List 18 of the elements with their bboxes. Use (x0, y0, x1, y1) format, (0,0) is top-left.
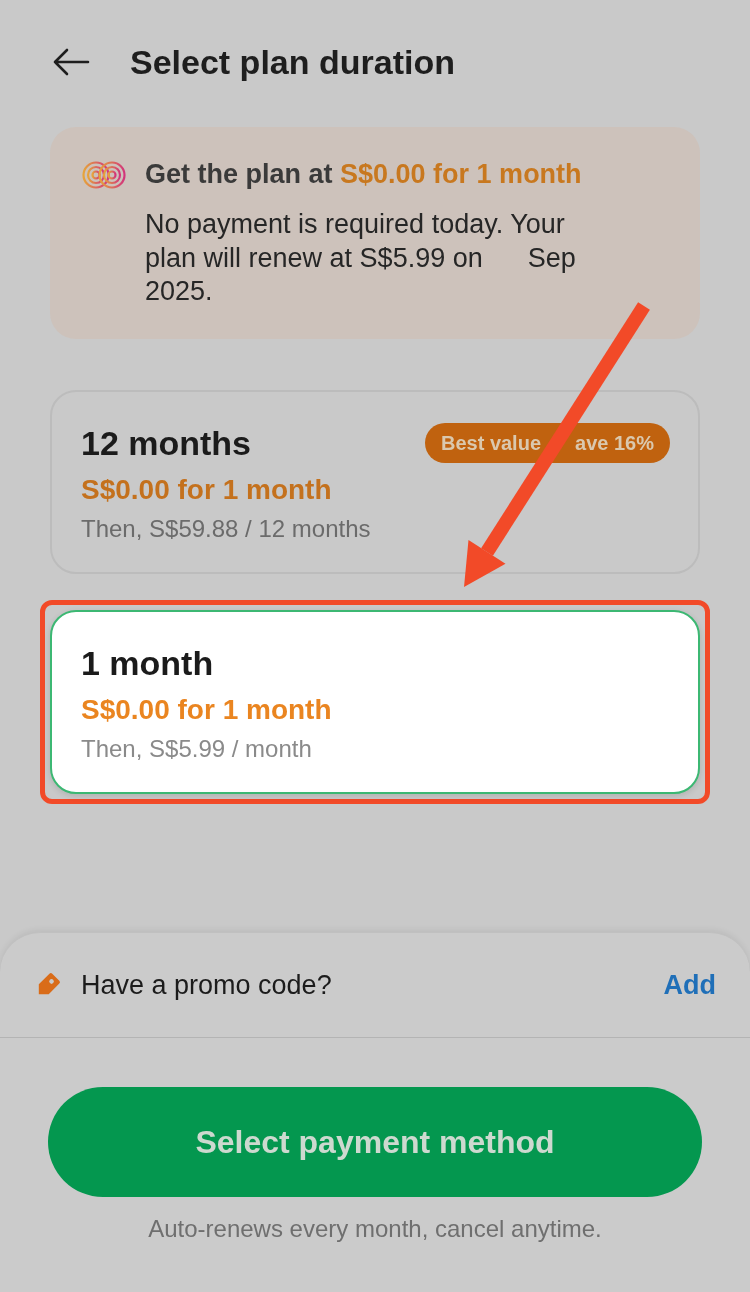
arrow-left-icon (52, 48, 90, 76)
plan-renewal-price: Then, S$5.99 / month (81, 733, 313, 764)
offer-description: No payment is required today. Your plan will renew at S$5.99 on Sep 2025. (145, 208, 577, 308)
offer-heading: Get the plan at S$0.00 for 1 month (145, 158, 583, 191)
plan-renewal-price: Then, S$59.88 / 12 months (81, 513, 372, 544)
plan-duration: 12 months (81, 422, 252, 463)
badge-label: ave 16% (575, 431, 654, 454)
plan-offer-price: S$0.00 for 1 month (81, 692, 333, 727)
interlinked-rings-icon (82, 160, 126, 190)
plan-option-card[interactable]: 1 month S$0.00 for 1 month Then, S$5.99 / month (50, 609, 700, 794)
badge-label: Best value (440, 431, 542, 454)
promo-code-prompt: Have a promo code? (81, 969, 333, 1001)
back-button[interactable] (52, 48, 90, 76)
page-title: Select plan duration (130, 42, 455, 83)
plan-offer-price: S$0.00 for 1 month (81, 472, 333, 507)
auto-renew-note: Auto-renews every month, cancel anytime. (147, 1214, 603, 1244)
plan-option-card[interactable]: 12 months Best value ave 16% S$0.00 for 1 month Then, S$59.88 / 12 months (50, 389, 700, 574)
plan-duration: 1 month (81, 642, 214, 683)
